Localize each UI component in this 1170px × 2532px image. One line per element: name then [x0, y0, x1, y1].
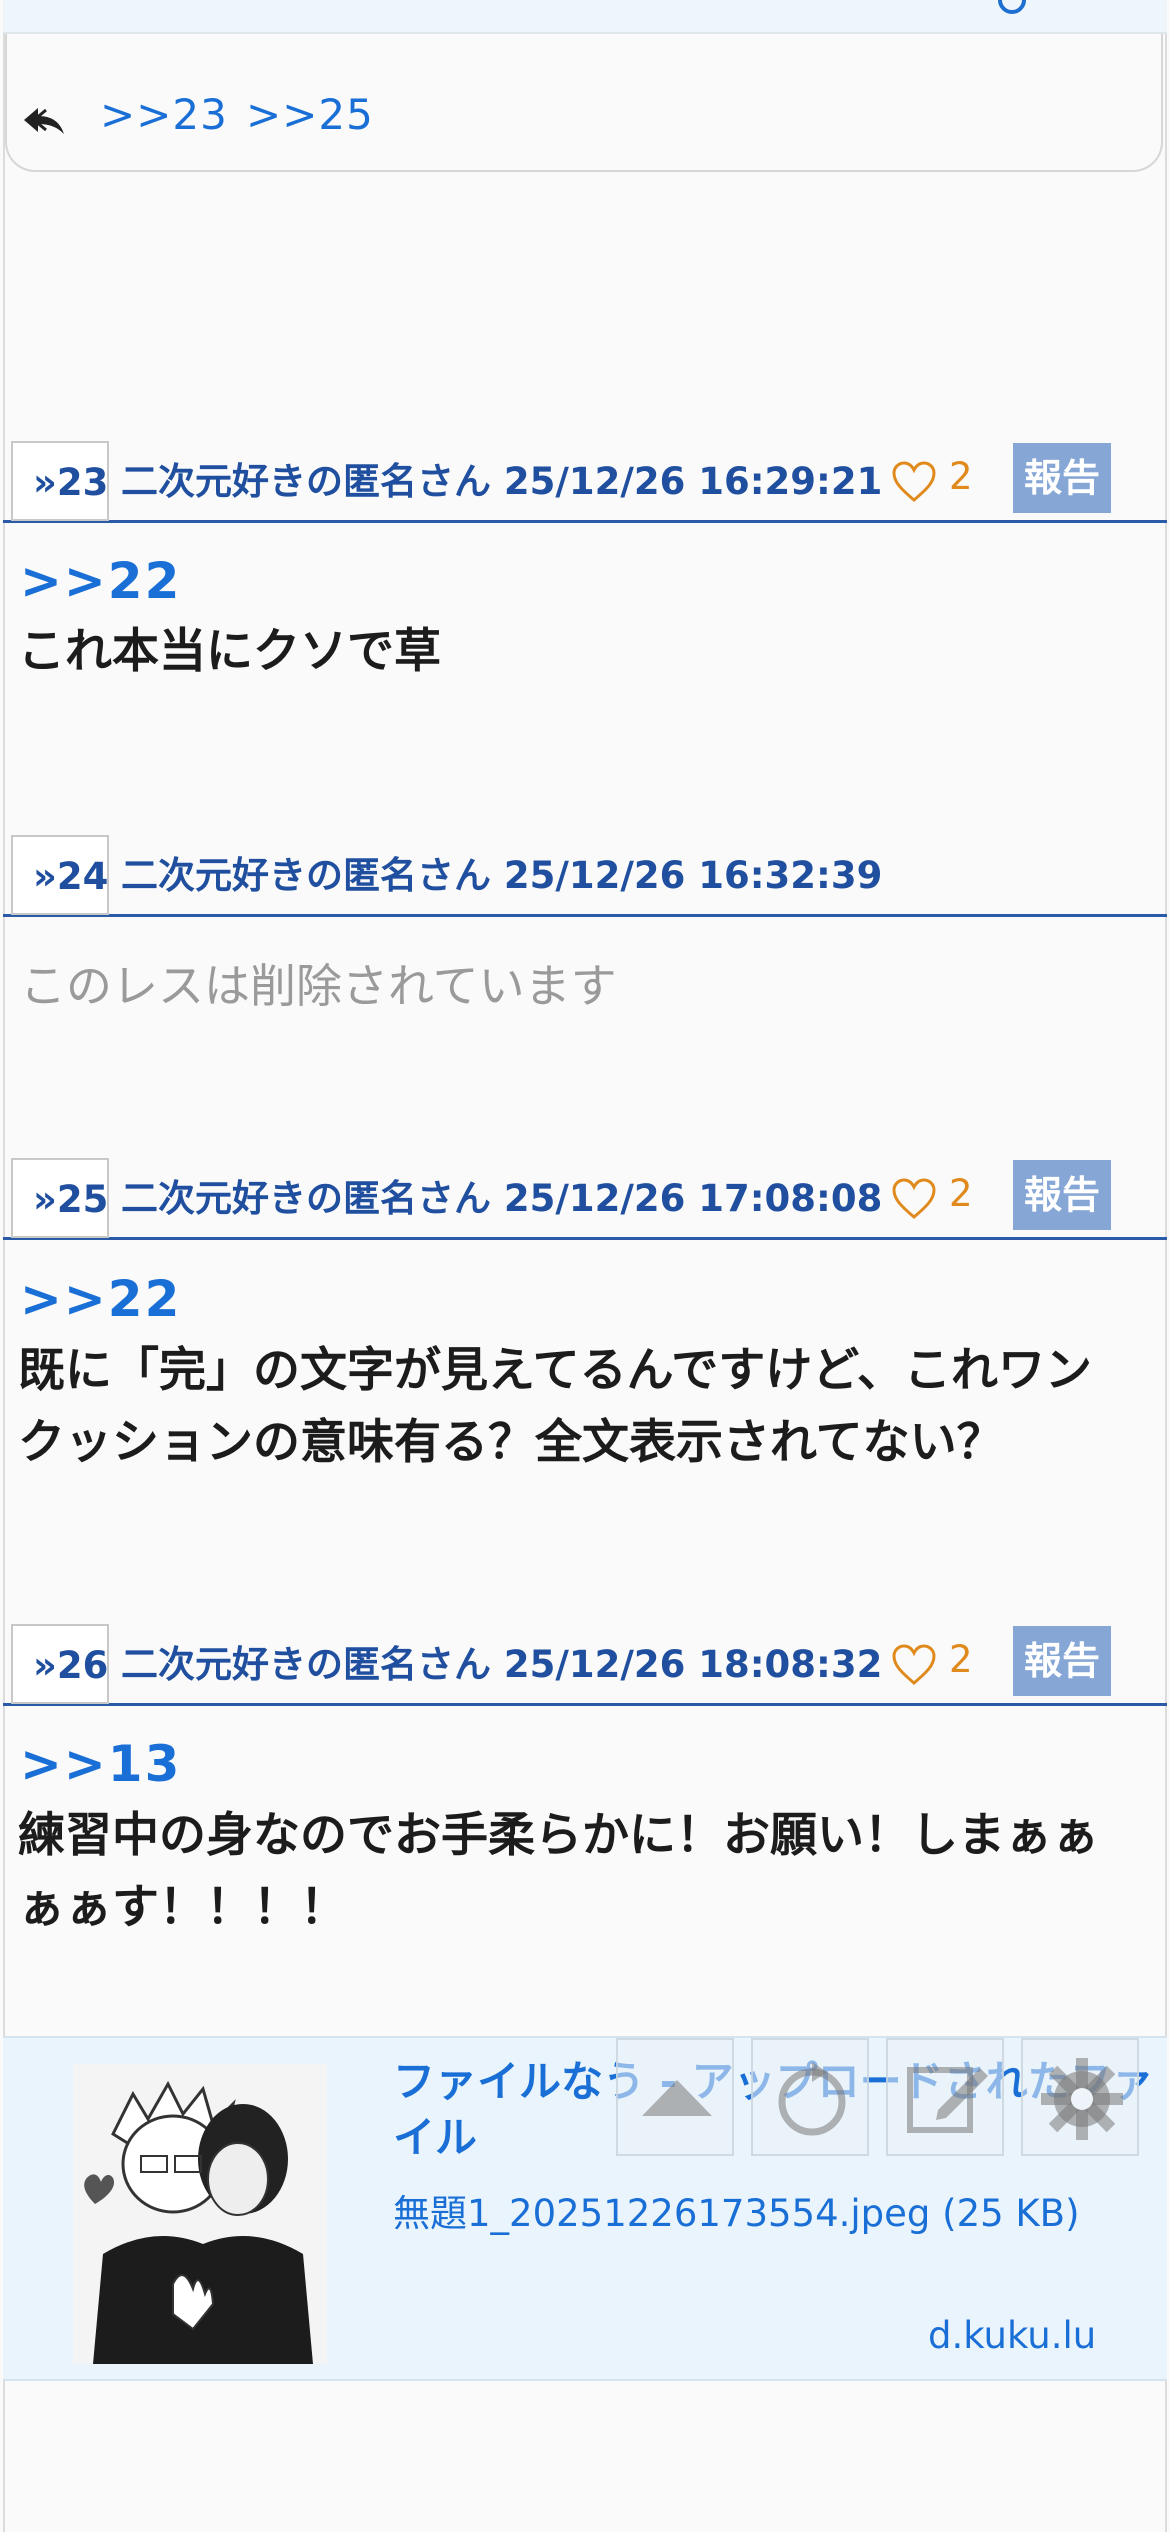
gear-icon	[1041, 2058, 1123, 2140]
like-count: 2	[949, 1638, 973, 1681]
like-count: 2	[949, 1172, 973, 1215]
post-meta: 二次元好きの匿名さん 25/12/26 16:29:21	[121, 460, 883, 503]
post-meta: 二次元好きの匿名さん 25/12/26 18:08:32	[121, 1643, 883, 1686]
refresh-icon	[778, 2062, 846, 2136]
post-meta: 二次元好きの匿名さん 25/12/26 17:08:08	[121, 1177, 883, 1220]
post-reply-ref[interactable]: >>13	[20, 1735, 181, 1793]
scroll-top-button[interactable]	[616, 2038, 734, 2156]
post-reply-ref[interactable]: >>22	[20, 1270, 181, 1328]
post-reply-ref[interactable]: >>22	[20, 552, 181, 610]
settings-button[interactable]	[1021, 2038, 1139, 2156]
report-button[interactable]: 報告	[1013, 1160, 1111, 1230]
reply-link-25[interactable]: >>25	[246, 90, 374, 139]
post-body-line-2: ぁぁす！！！！	[18, 1880, 347, 1935]
post-number: 23	[56, 461, 109, 504]
post-number: 26	[56, 1644, 109, 1687]
top-strip	[3, 0, 1167, 34]
heart-icon[interactable]	[891, 1178, 937, 1220]
banner-domain[interactable]: d.kuku.lu	[928, 2314, 1096, 2357]
report-button[interactable]: 報告	[1013, 443, 1111, 513]
post-body-line-2: クッションの意味有る？全文表示されてない？	[18, 1415, 1004, 1470]
post-number-box[interactable]: »25	[11, 1158, 109, 1238]
banner-file-name[interactable]: 無題1_20251226173554.jpeg (25 KB)	[393, 2183, 1080, 2237]
post-header-26: »26 二次元好きの匿名さん 25/12/26 18:08:32 2 報告	[3, 1618, 1167, 1706]
reply-link-23[interactable]: >>23	[100, 90, 228, 139]
post-header-23: »23 二次元好きの匿名さん 25/12/26 16:29:21 2 報告	[3, 435, 1167, 523]
refresh-button[interactable]	[751, 2038, 869, 2156]
post-body-line-1: 既に「完」の文字が見えてるんですけど、これワン	[18, 1343, 1092, 1398]
post-number-box[interactable]: »24	[11, 835, 109, 915]
scroll-top-icon	[642, 2080, 712, 2116]
report-button[interactable]: 報告	[1013, 1626, 1111, 1696]
post-number-box[interactable]: »23	[11, 441, 109, 521]
like-count: 2	[949, 455, 973, 498]
edit-button[interactable]	[886, 2038, 1004, 2156]
post-header-25: »25 二次元好きの匿名さん 25/12/26 17:08:08 2 報告	[3, 1152, 1167, 1240]
post-body-line-1: 練習中の身なのでお手柔らかに！お願い！しまぁぁ	[18, 1808, 1099, 1863]
post-number: 24	[56, 855, 109, 898]
post-meta: 二次元好きの匿名さん 25/12/26 16:32:39	[121, 854, 883, 897]
heart-icon[interactable]	[891, 461, 937, 503]
file-thumbnail-image[interactable]	[73, 2064, 327, 2364]
post-number-box[interactable]: »26	[11, 1624, 109, 1704]
top-indicator-icon	[998, 0, 1026, 14]
edit-icon	[907, 2067, 988, 2133]
post-number: 25	[56, 1178, 109, 1221]
post-body: これ本当にクソで草	[18, 624, 441, 679]
reply-icon	[22, 100, 66, 146]
deleted-post-text: このレスは削除されています	[20, 959, 617, 1013]
heart-icon[interactable]	[891, 1644, 937, 1686]
post-header-24: »24 二次元好きの匿名さん 25/12/26 16:32:39	[3, 829, 1167, 917]
